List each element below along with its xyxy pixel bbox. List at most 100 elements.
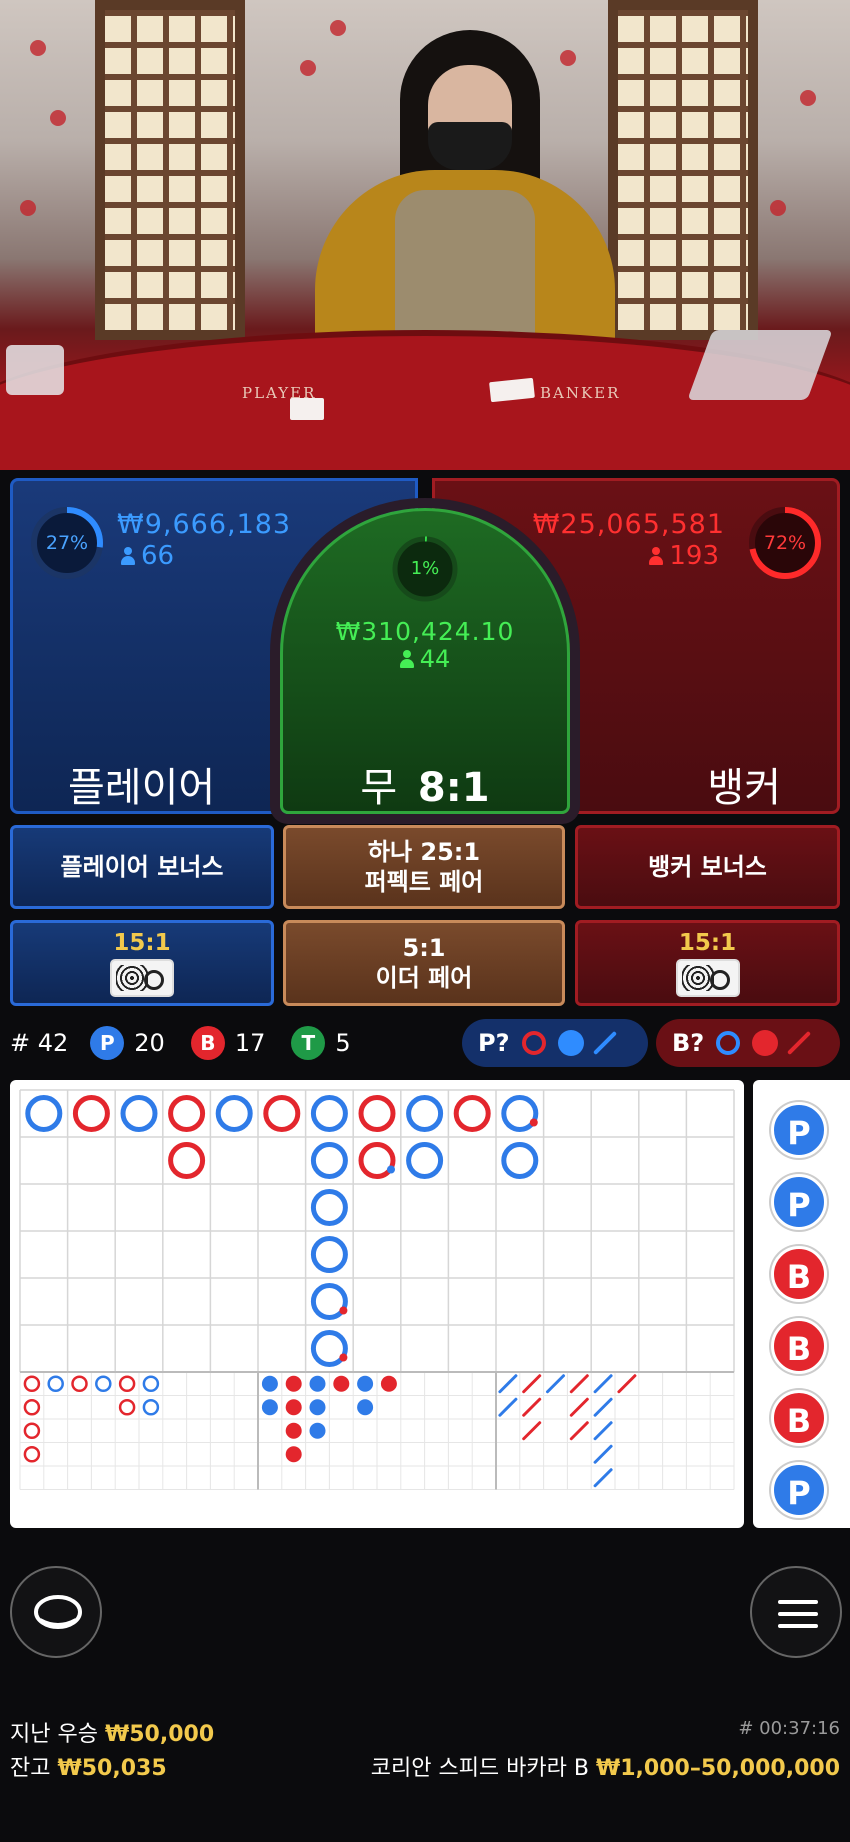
player-prediction-button[interactable]: P? <box>462 1019 648 1067</box>
small-road-marker <box>261 1399 278 1416</box>
chat-button[interactable] <box>10 1566 102 1658</box>
shoe-statistics: # 42 P 20 B 17 T 5 <box>10 1022 351 1064</box>
small-road-marker <box>285 1399 302 1416</box>
game-screen: PLAYER BANKER 27% ₩9,666,183 66 플레이어 ₩25… <box>0 0 850 1842</box>
last-win-label: 지난 우승 <box>10 1722 98 1747</box>
big-eye-prediction-icon <box>716 1031 741 1055</box>
small-road-marker <box>309 1399 326 1416</box>
cockroach-marker <box>569 1374 589 1394</box>
cockroach-marker <box>522 1397 542 1417</box>
balance-row: 잔고 ₩50,035 <box>10 1750 167 1782</box>
big-eye-marker <box>142 1375 160 1392</box>
live-dealer-video: PLAYER BANKER <box>0 0 850 470</box>
wooden-screen-left <box>95 0 245 340</box>
banker-percent-gauge: 72% <box>747 505 823 581</box>
big-road-marker <box>453 1095 491 1132</box>
dealt-card <box>290 398 324 420</box>
cockroach-marker <box>522 1374 542 1394</box>
big-road-marker <box>310 1236 348 1273</box>
small-road-prediction-icon <box>557 1030 584 1056</box>
cockroach-prediction-icon <box>592 1030 617 1056</box>
cockroach-marker <box>593 1374 613 1394</box>
tie-percent-gauge: 1% <box>387 531 463 607</box>
discard-tray <box>6 345 64 395</box>
big-road-marker <box>72 1095 110 1132</box>
cockroach-marker <box>569 1421 589 1441</box>
player-bonus-bet[interactable]: 플레이어 보너스 <box>10 825 274 909</box>
balance-label: 잔고 <box>10 1756 51 1781</box>
tie-total-amount: ₩310,424.10 <box>335 617 515 646</box>
tie-bet-spot[interactable]: 1% ₩310,424.10 44 무 8:1 <box>280 508 570 814</box>
banker-pair-bet[interactable]: 15:1 <box>575 920 840 1006</box>
cockroach-marker <box>593 1468 613 1488</box>
menu-button[interactable] <box>750 1566 842 1658</box>
banker-bonus-bet[interactable]: 뱅커 보너스 <box>575 825 840 909</box>
round-number: # 42 <box>10 1029 69 1057</box>
felt-banker-label: BANKER <box>540 384 621 402</box>
big-road-marker <box>263 1095 301 1132</box>
small-road-marker <box>380 1375 397 1392</box>
table-info-row[interactable]: 코리안 스피드 바카라 B ₩1,000–50,000,000 <box>371 1750 840 1782</box>
tie-percent: 1% <box>410 558 440 579</box>
banker-pair-odds: 15:1 <box>678 930 737 956</box>
banker-bonus-label: 뱅커 보너스 <box>648 853 767 881</box>
small-road-marker <box>285 1446 302 1463</box>
player-prediction-label: P? <box>478 1029 510 1057</box>
person-icon <box>399 650 414 668</box>
banker-prediction-button[interactable]: B? <box>656 1019 840 1067</box>
person-icon <box>121 547 135 565</box>
dealer <box>300 30 630 370</box>
small-road-marker <box>285 1422 302 1439</box>
big-eye-marker <box>23 1446 41 1463</box>
big-eye-marker <box>47 1375 64 1392</box>
perfect-pair-label: 퍼펙트 페어 <box>364 868 484 896</box>
cockroach-marker <box>498 1397 518 1417</box>
big-road-marker <box>310 1189 348 1226</box>
banker-total-amount: ₩25,065,581 <box>532 509 725 540</box>
bead-road-column[interactable]: P P B B B P <box>753 1080 850 1528</box>
small-road-marker <box>357 1375 374 1392</box>
banker-count-value: 193 <box>669 541 719 571</box>
banker-wins-count: 17 <box>234 1029 266 1057</box>
big-road-marker <box>120 1095 158 1132</box>
tie-wins-icon: T <box>291 1026 326 1060</box>
player-bettor-count: 66 <box>121 541 174 571</box>
cockroach-marker <box>498 1374 518 1394</box>
big-road-marker <box>358 1095 396 1132</box>
small-road-marker <box>285 1375 302 1392</box>
big-eye-prediction-icon <box>521 1031 546 1055</box>
player-pair-odds: 15:1 <box>113 930 171 956</box>
chat-icon <box>34 1595 82 1629</box>
small-road-marker <box>309 1375 326 1392</box>
last-win-row: 지난 우승 ₩50,000 <box>10 1716 214 1748</box>
tie-marker <box>529 1118 538 1127</box>
scoreboard-roads[interactable] <box>10 1080 744 1528</box>
balance-value: ₩50,035 <box>57 1756 167 1781</box>
small-road-marker <box>357 1399 374 1416</box>
card-pair-icon <box>110 959 174 997</box>
big-road-marker <box>310 1142 348 1179</box>
last-win-value: ₩50,000 <box>104 1722 215 1747</box>
player-wins-count: 20 <box>134 1029 165 1057</box>
big-eye-marker <box>23 1399 41 1416</box>
big-road-marker <box>501 1142 539 1179</box>
player-count-value: 66 <box>141 541 175 571</box>
big-road-marker <box>215 1095 253 1132</box>
tie-label: 무 <box>360 765 398 811</box>
game-round-id: # 00:37:16 <box>738 1718 840 1739</box>
bead-banker: B <box>771 1246 827 1302</box>
bead-player: P <box>771 1462 827 1518</box>
big-eye-marker <box>118 1375 136 1392</box>
banker-wins-icon: B <box>190 1026 225 1060</box>
banker-bettor-count: 193 <box>649 541 719 571</box>
either-perfect-pair-bet[interactable]: 하나 25:1 퍼펙트 페어 <box>283 825 565 909</box>
big-eye-marker <box>142 1399 160 1416</box>
big-eye-marker <box>23 1375 41 1392</box>
player-pair-bet[interactable]: 15:1 <box>10 920 274 1006</box>
player-bet-title: 플레이어 <box>68 765 216 811</box>
either-pair-bet[interactable]: 5:1 이더 페어 <box>283 920 565 1006</box>
wooden-screen-right <box>608 0 758 340</box>
person-icon <box>649 547 664 565</box>
table-limits: ₩1,000–50,000,000 <box>595 1756 840 1781</box>
big-eye-marker <box>23 1422 41 1439</box>
